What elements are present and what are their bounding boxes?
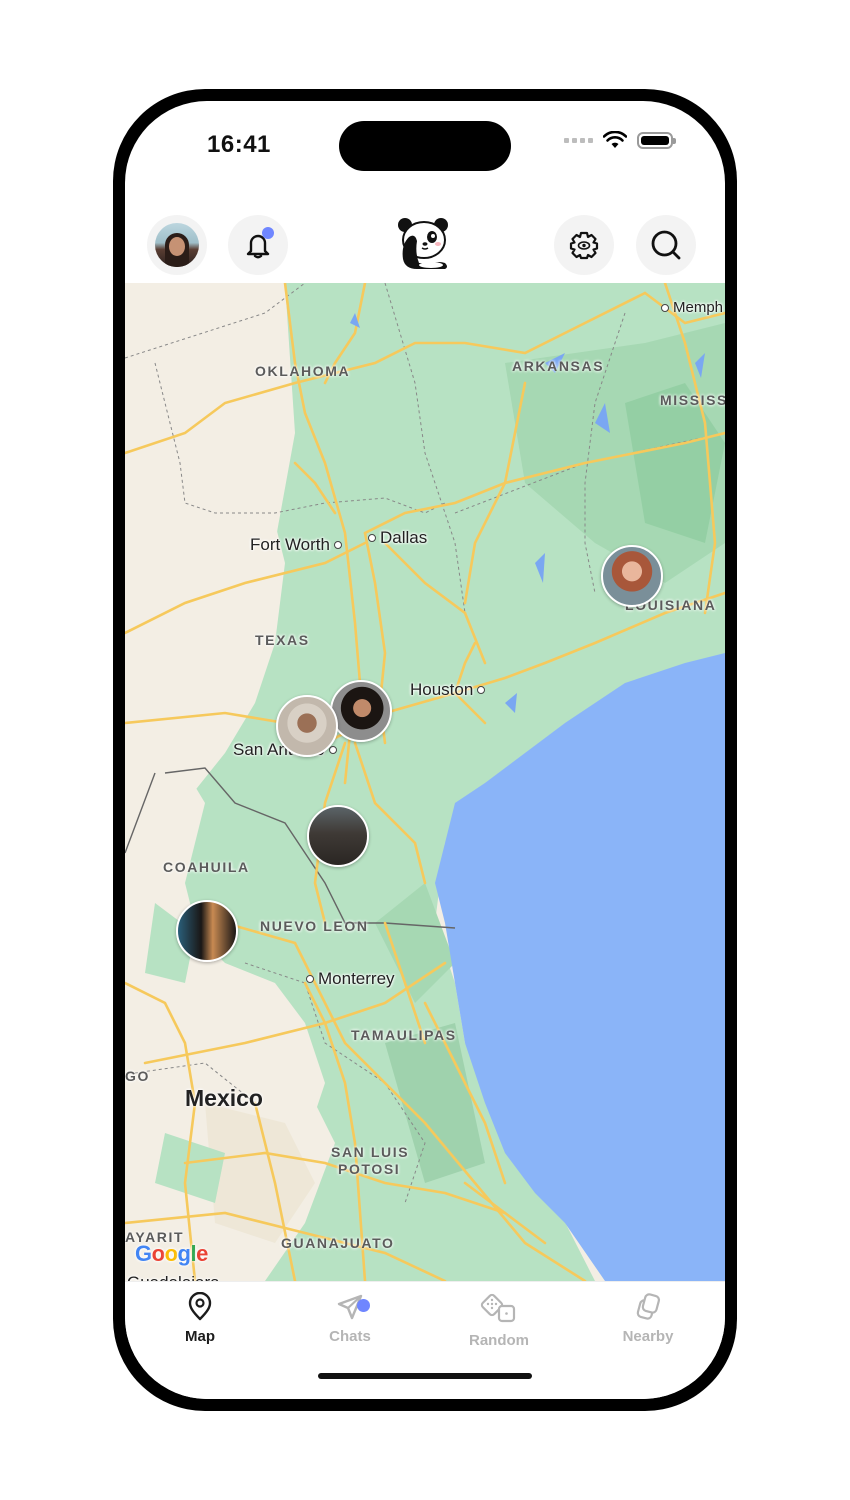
phone-frame: 16:41 OKLAHOMA ARKANSAS MISSISS TEXAS LO… — [113, 89, 737, 1411]
search-icon — [651, 230, 681, 260]
label-texas: TEXAS — [255, 632, 310, 648]
city-houston: Houston — [410, 680, 486, 700]
tab-chats[interactable]: Chats — [295, 1292, 405, 1345]
label-potosi: POTOSI — [338, 1161, 401, 1177]
city-memphis: Memph — [661, 299, 723, 316]
label-mexico: Mexico — [185, 1085, 263, 1111]
user-pin-san-antonio-1[interactable] — [276, 695, 338, 757]
tab-map[interactable]: Map — [145, 1292, 255, 1345]
gear-icon — [569, 231, 599, 260]
label-coahuila: COAHUILA — [163, 859, 250, 875]
settings-button[interactable] — [554, 215, 614, 275]
label-oklahoma: OKLAHOMA — [255, 363, 351, 379]
dice-icon — [480, 1293, 516, 1323]
notifications-button[interactable] — [228, 215, 288, 275]
city-monterrey: Monterrey — [306, 969, 395, 989]
user-pin-louisiana[interactable] — [601, 545, 663, 607]
profile-button[interactable] — [147, 215, 207, 275]
label-mississippi: MISSISS — [660, 392, 725, 408]
panda-logo — [393, 213, 455, 275]
user-pin-coahuila[interactable] — [176, 900, 238, 962]
home-indicator[interactable] — [318, 1373, 532, 1379]
avatar — [155, 223, 199, 267]
tab-bar: Map Chats Random Nearby — [125, 1281, 725, 1399]
tab-random[interactable]: Random — [444, 1292, 554, 1349]
status-time: 16:41 — [207, 131, 271, 158]
dynamic-island — [339, 121, 511, 171]
map-pin-icon — [188, 1292, 212, 1321]
label-arkansas: ARKANSAS — [512, 358, 605, 374]
google-attribution: Google — [135, 1241, 208, 1266]
battery-icon — [637, 131, 676, 149]
tab-nearby[interactable]: Nearby — [593, 1292, 703, 1345]
tab-nearby-label: Nearby — [622, 1328, 674, 1345]
top-header — [125, 201, 725, 283]
label-tamaulipas: TAMAULIPAS — [351, 1027, 457, 1043]
city-dallas: Dallas — [368, 528, 427, 548]
notification-badge — [262, 227, 274, 239]
user-pin-south-texas[interactable] — [307, 805, 369, 867]
status-icons — [564, 131, 676, 149]
map-canvas — [125, 283, 725, 1281]
label-guanajuato: GUANAJUATO — [281, 1235, 395, 1251]
label-nuevo-leon: NUEVO LEON — [260, 918, 369, 934]
city-guadalajara: Guadalajara — [127, 1273, 220, 1281]
map-view[interactable]: OKLAHOMA ARKANSAS MISSISS TEXAS LOUISIAN… — [125, 283, 725, 1281]
label-durango-partial: GO — [125, 1068, 150, 1084]
chats-unread-badge — [357, 1299, 370, 1312]
screen: 16:41 OKLAHOMA ARKANSAS MISSISS TEXAS LO… — [125, 101, 725, 1399]
wifi-icon — [603, 131, 627, 148]
tab-chats-label: Chats — [329, 1328, 371, 1345]
city-fort-worth: Fort Worth — [250, 535, 342, 555]
label-san-luis: SAN LUIS — [331, 1144, 410, 1160]
tab-random-label: Random — [469, 1332, 529, 1349]
search-button[interactable] — [636, 215, 696, 275]
user-pin-san-antonio-2[interactable] — [330, 680, 392, 742]
cards-icon — [636, 1293, 661, 1320]
tab-map-label: Map — [185, 1328, 215, 1345]
cellular-signal-icon — [564, 137, 593, 143]
